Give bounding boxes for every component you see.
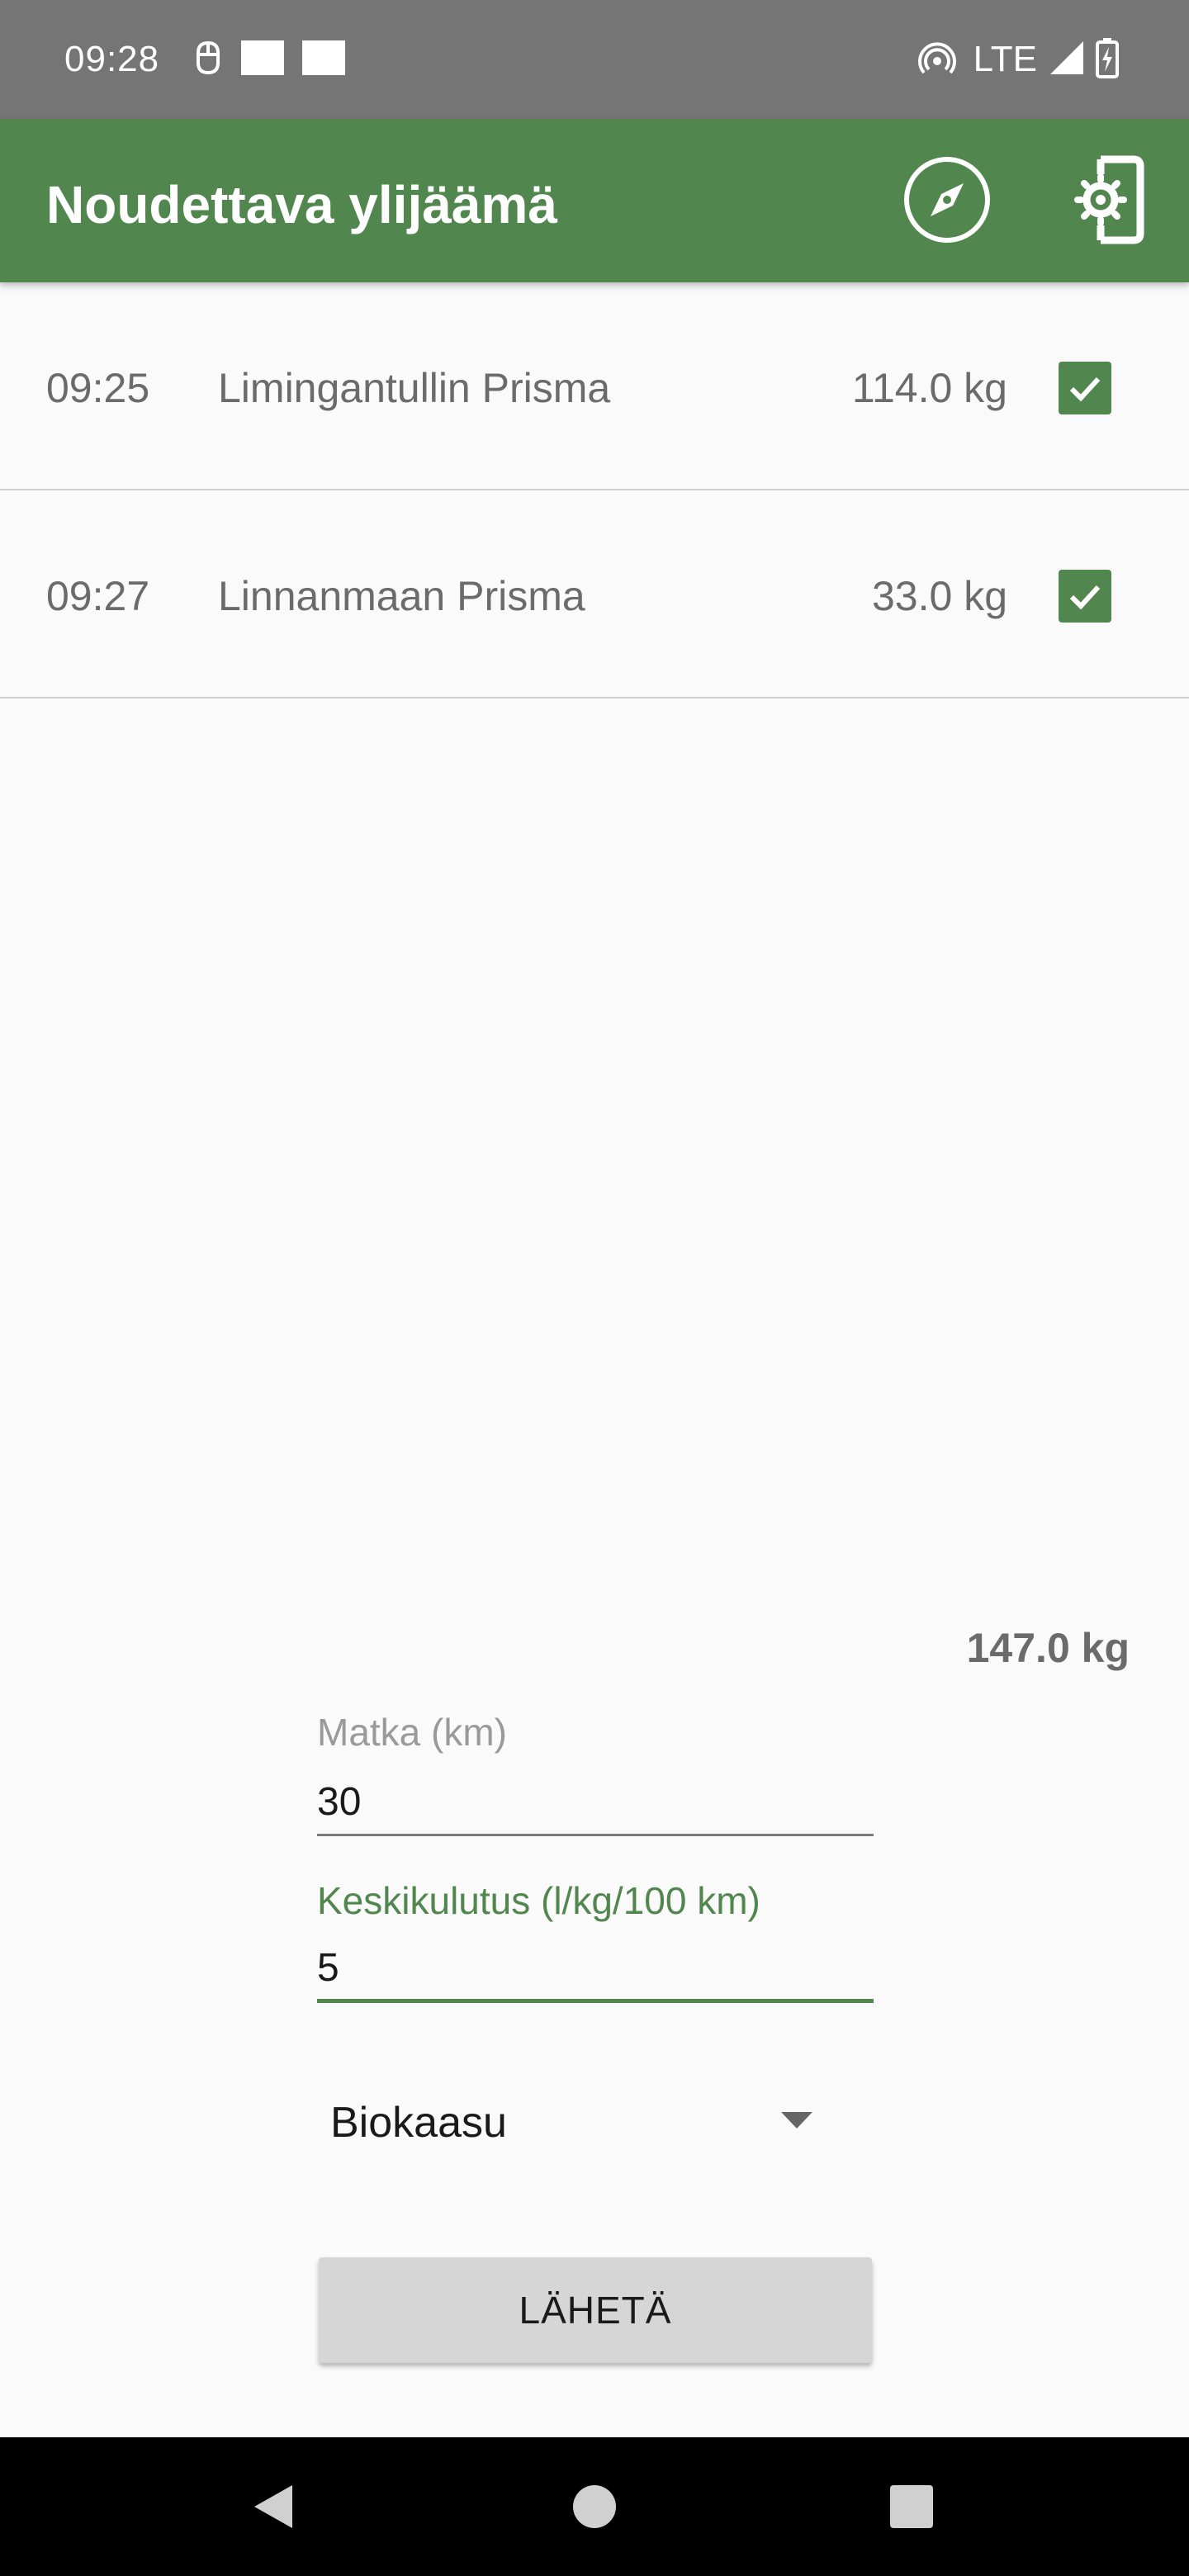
status-time: 09:28 [64, 39, 160, 79]
fuel-type-value: Biokaasu [330, 2099, 507, 2147]
check-icon [1069, 376, 1101, 402]
fuel-type-select[interactable]: Biokaasu [317, 2089, 854, 2158]
distance-input[interactable] [317, 1770, 874, 1836]
hotspot-icon [917, 38, 957, 82]
back-icon [254, 2485, 292, 2528]
list-item[interactable]: 09:27 Linnanmaan Prisma 33.0 kg [0, 490, 1189, 698]
pickup-checkbox[interactable] [1059, 362, 1111, 414]
status-system-icons: LTE [917, 36, 1120, 83]
list-item[interactable]: 09:25 Limingantullin Prisma 114.0 kg [0, 282, 1189, 490]
pickup-time: 09:25 [46, 365, 150, 411]
status-notification-icons [192, 38, 347, 81]
nav-home-button[interactable] [555, 2467, 634, 2546]
status-bar: 09:28 LTE [0, 0, 1189, 119]
notification-square-icon [239, 39, 286, 81]
submit-button[interactable]: LÄHETÄ [319, 2257, 872, 2363]
consumption-label: Keskikulutus (l/kg/100 km) [317, 1879, 760, 1922]
consumption-input[interactable] [317, 1937, 874, 2003]
distance-label: Matka (km) [317, 1711, 507, 1754]
nav-back-button[interactable] [234, 2467, 314, 2546]
network-type: LTE [973, 39, 1037, 79]
total-weight: 147.0 kg [966, 1625, 1130, 1671]
nav-recents-button[interactable] [872, 2467, 951, 2546]
battery-charging-icon [1095, 37, 1120, 83]
dropdown-arrow-icon [781, 2112, 812, 2129]
mouse-icon [192, 38, 225, 82]
pickup-store: Linnanmaan Prisma [218, 573, 585, 619]
compass-icon [902, 155, 992, 249]
phone-settings-icon [1069, 154, 1149, 249]
check-icon [1069, 585, 1101, 610]
pickup-time: 09:27 [46, 573, 150, 619]
recents-icon [890, 2485, 933, 2528]
pickup-checkbox[interactable] [1059, 570, 1111, 623]
pickup-store: Limingantullin Prisma [218, 365, 611, 411]
system-nav-bar [0, 2437, 1189, 2576]
signal-icon [1049, 40, 1085, 80]
pickup-weight: 33.0 kg [871, 573, 1007, 619]
notification-square-icon [301, 39, 347, 81]
page-title: Noudettava ylijäämä [46, 175, 557, 234]
device-settings-button[interactable] [1063, 154, 1154, 249]
home-icon [573, 2485, 616, 2528]
navigate-button[interactable] [902, 156, 992, 247]
app-bar: Noudettava ylijäämä [0, 119, 1189, 282]
pickup-weight: 114.0 kg [851, 365, 1007, 411]
pickup-list: 09:25 Limingantullin Prisma 114.0 kg 09:… [0, 282, 1189, 698]
